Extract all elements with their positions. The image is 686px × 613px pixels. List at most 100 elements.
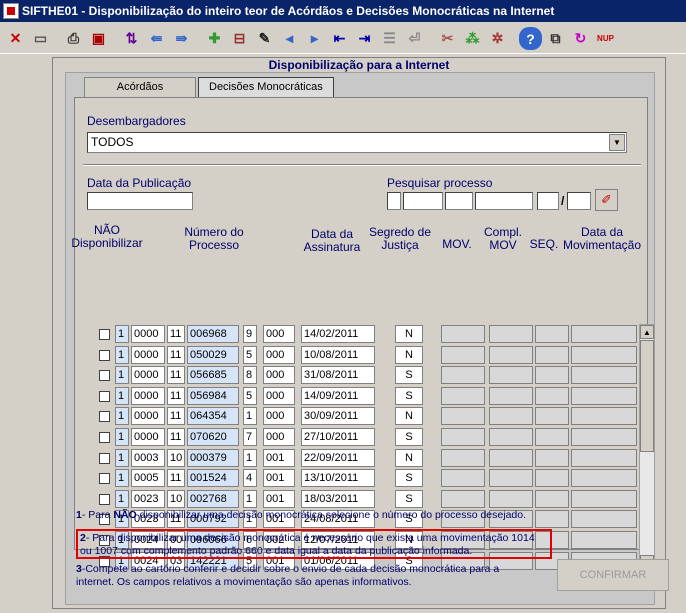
process-field-d[interactable]: 050029 [187,345,239,364]
process-field-a[interactable]: 1 [115,448,129,467]
process-field-b[interactable]: 0000 [131,325,165,343]
process-field-d[interactable]: 002768 [187,489,239,508]
assinatura-date[interactable]: 27/10/2011 [301,428,375,446]
segredo-field[interactable]: S [395,489,423,508]
scroll-thumb[interactable] [640,340,654,452]
process-field-f[interactable]: 001 [263,448,295,467]
process-field-f[interactable]: 000 [263,386,295,405]
refresh-icon[interactable]: ↻ [569,27,592,50]
data-publicacao-input[interactable] [87,192,193,210]
process-field-a[interactable]: 1 [115,366,129,385]
segredo-field[interactable]: N [395,407,423,426]
pesquisar-field-5[interactable] [537,192,559,210]
segredo-field[interactable]: S [395,428,423,446]
process-field-e[interactable]: 1 [243,407,257,426]
process-field-e[interactable]: 9 [243,325,257,343]
nao-disponibilizar-checkbox[interactable] [99,452,110,464]
prev-record-icon[interactable]: ⇚ [145,27,168,50]
process-field-a[interactable]: 1 [115,469,129,488]
pesquisar-field-2[interactable] [403,192,443,210]
nao-disponibilizar-checkbox[interactable] [99,432,110,443]
process-field-a[interactable]: 1 [115,489,129,508]
scroll-up-icon[interactable]: ▲ [640,325,654,339]
process-field-e[interactable]: 5 [243,386,257,405]
search-button[interactable]: ✐ [595,189,618,211]
process-field-b[interactable]: 0000 [131,386,165,405]
process-field-c[interactable]: 11 [167,366,185,385]
save-icon[interactable]: ▭ [29,27,52,50]
segredo-field[interactable]: N [395,448,423,467]
nao-disponibilizar-checkbox[interactable] [99,349,110,361]
process-field-c[interactable]: 11 [167,325,185,343]
exit-icon[interactable]: ▣ [87,27,110,50]
process-field-b[interactable]: 0000 [131,366,165,385]
pesquisar-field-6[interactable] [567,192,591,210]
enter-icon[interactable]: ⏎ [403,27,426,50]
first-icon[interactable]: ⇤ [328,27,351,50]
nao-disponibilizar-checkbox[interactable] [99,370,110,382]
nao-disponibilizar-checkbox[interactable] [99,390,110,402]
process-field-e[interactable]: 5 [243,345,257,364]
confirmar-button[interactable]: CONFIRMAR [557,559,669,591]
filter-icon[interactable]: ⁂ [461,27,484,50]
process-field-e[interactable]: 7 [243,428,257,446]
process-field-b[interactable]: 0000 [131,345,165,364]
process-field-e[interactable]: 8 [243,366,257,385]
process-field-a[interactable]: 1 [115,325,129,343]
process-field-f[interactable]: 000 [263,345,295,364]
process-field-a[interactable]: 1 [115,407,129,426]
segredo-field[interactable]: S [395,366,423,385]
process-field-c[interactable]: 11 [167,345,185,364]
process-field-f[interactable]: 000 [263,428,295,446]
process-field-b[interactable]: 0003 [131,448,165,467]
process-field-d[interactable]: 056685 [187,366,239,385]
assinatura-date[interactable]: 14/02/2011 [301,325,375,343]
tab-decisoes-monocraticas[interactable]: Decisões Monocráticas [198,77,334,97]
table-scrollbar[interactable]: ▲ ▼ [639,324,655,570]
process-field-a[interactable]: 1 [115,345,129,364]
prev-icon[interactable]: ◂ [278,27,301,50]
process-field-b[interactable]: 0005 [131,469,165,488]
nao-disponibilizar-checkbox[interactable] [99,411,110,423]
nao-disponibilizar-checkbox[interactable] [99,493,110,505]
process-field-e[interactable]: 1 [243,489,257,508]
tab-acordaos[interactable]: Acórdãos [84,77,196,97]
last-icon[interactable]: ⇥ [353,27,376,50]
process-field-d[interactable]: 056984 [187,386,239,405]
segredo-field[interactable]: N [395,345,423,364]
insert-icon[interactable]: ✚ [203,27,226,50]
process-field-b[interactable]: 0000 [131,407,165,426]
process-field-f[interactable]: 001 [263,469,295,488]
process-field-c[interactable]: 11 [167,407,185,426]
assinatura-date[interactable]: 13/10/2011 [301,469,375,488]
process-field-e[interactable]: 1 [243,448,257,467]
process-field-f[interactable]: 000 [263,325,295,343]
segredo-field[interactable]: S [395,386,423,405]
segredo-field[interactable]: N [395,325,423,343]
pesquisar-field-1[interactable] [387,192,401,210]
next-icon[interactable]: ▸ [303,27,326,50]
process-field-c[interactable]: 10 [167,448,185,467]
process-field-e[interactable]: 4 [243,469,257,488]
process-field-c[interactable]: 10 [167,489,185,508]
chevron-down-icon[interactable]: ▼ [609,134,625,151]
config-icon[interactable]: ✲ [486,27,509,50]
process-field-d[interactable]: 001524 [187,469,239,488]
process-field-a[interactable]: 1 [115,386,129,405]
about-icon[interactable]: NUP [594,27,617,50]
process-field-c[interactable]: 11 [167,469,185,488]
process-field-a[interactable]: 1 [115,428,129,446]
assinatura-date[interactable]: 14/09/2011 [301,386,375,405]
copy-icon[interactable]: ⧉ [544,27,567,50]
edit-icon[interactable]: ✎ [253,27,276,50]
nao-disponibilizar-checkbox[interactable] [99,473,110,485]
process-field-b[interactable]: 0000 [131,428,165,446]
assinatura-date[interactable]: 31/08/2011 [301,366,375,385]
process-field-f[interactable]: 000 [263,407,295,426]
assinatura-date[interactable]: 30/09/2011 [301,407,375,426]
process-field-f[interactable]: 000 [263,366,295,385]
process-field-c[interactable]: 11 [167,386,185,405]
next-record-icon[interactable]: ⇛ [170,27,193,50]
assinatura-date[interactable]: 10/08/2011 [301,345,375,364]
tools-icon[interactable]: ✂ [436,27,459,50]
